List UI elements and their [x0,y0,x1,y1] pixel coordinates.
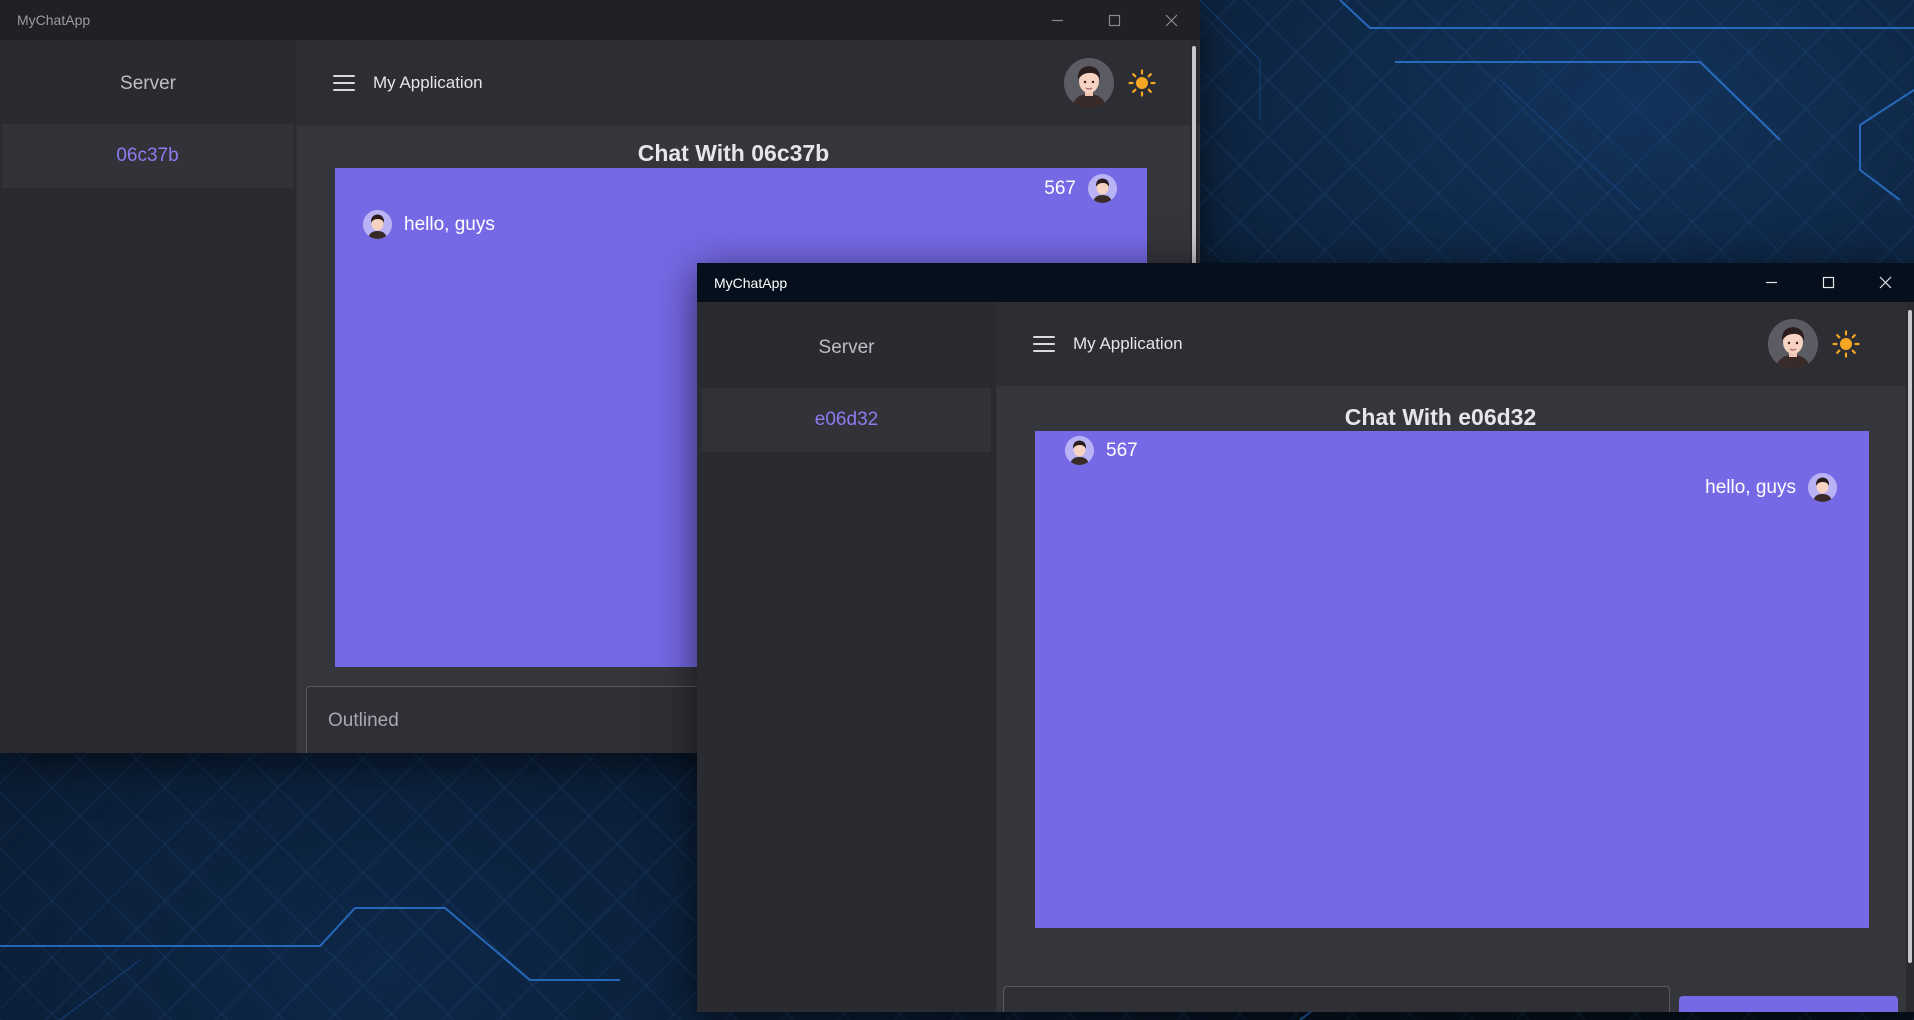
chat-heading: Chat With 06c37b [637,140,830,166]
minimize-button[interactable] [1029,0,1086,40]
app-title: My Application [1073,334,1183,353]
main-panel: My Application Chat With e06d32 567 hell… [997,302,1914,1012]
vertical-scrollbar[interactable] [1906,302,1914,1012]
server-sidebar: Server e06d32 [697,302,997,1012]
minimize-icon [1052,19,1063,21]
maximize-icon [1108,14,1121,26]
sidebar-item-user[interactable]: e06d32 [702,388,991,452]
hamburger-icon[interactable] [1033,336,1055,352]
profile-avatar[interactable] [1064,57,1114,108]
message-text: 567 [1044,177,1076,199]
close-icon [1879,276,1892,289]
sender-avatar [1808,473,1837,502]
maximize-icon [1822,276,1835,289]
profile-avatar[interactable] [1768,319,1818,369]
close-button[interactable] [1143,0,1200,40]
message-left: hello, guys [363,210,495,239]
message-left: 567 [1065,436,1138,465]
maximize-button[interactable] [1800,263,1857,302]
maximize-button[interactable] [1086,0,1143,40]
message-text: hello, guys [1705,476,1796,498]
app-bar: My Application [297,40,1200,125]
minimize-icon [1766,281,1777,284]
sidebar-header: Server [818,337,875,358]
sun-icon[interactable] [1832,330,1860,358]
server-sidebar: Server 06c37b [0,40,297,753]
sender-avatar [1065,436,1094,465]
message-input[interactable]: Outlined [1003,986,1670,1012]
chat-heading: Chat With e06d32 [1344,404,1537,430]
title-bar[interactable]: MyChatApp [697,263,1914,302]
send-button[interactable]: PRIMARY [1679,996,1898,1012]
hamburger-icon[interactable] [333,74,355,91]
chat-window-front: MyChatApp Server e06d32 My Application C… [697,263,1914,1012]
message-text: 567 [1106,439,1138,461]
window-title: MyChatApp [714,274,788,291]
sun-icon[interactable] [1128,68,1156,97]
message-right: 567 [1044,174,1117,203]
app-title: My Application [373,72,483,92]
chat-messages-area: 567 hello, guys [1035,431,1869,928]
sidebar-item-user[interactable]: 06c37b [2,124,293,188]
close-button[interactable] [1857,263,1914,302]
app-bar: My Application [997,302,1914,386]
window-title: MyChatApp [17,12,91,28]
minimize-button[interactable] [1743,263,1800,302]
sidebar-header: Server [120,73,176,94]
sender-avatar [1088,174,1117,203]
title-bar[interactable]: MyChatApp [0,0,1200,40]
close-icon [1165,14,1178,26]
message-right: hello, guys [1705,473,1837,502]
message-text: hello, guys [404,213,495,235]
sender-avatar [363,210,392,239]
